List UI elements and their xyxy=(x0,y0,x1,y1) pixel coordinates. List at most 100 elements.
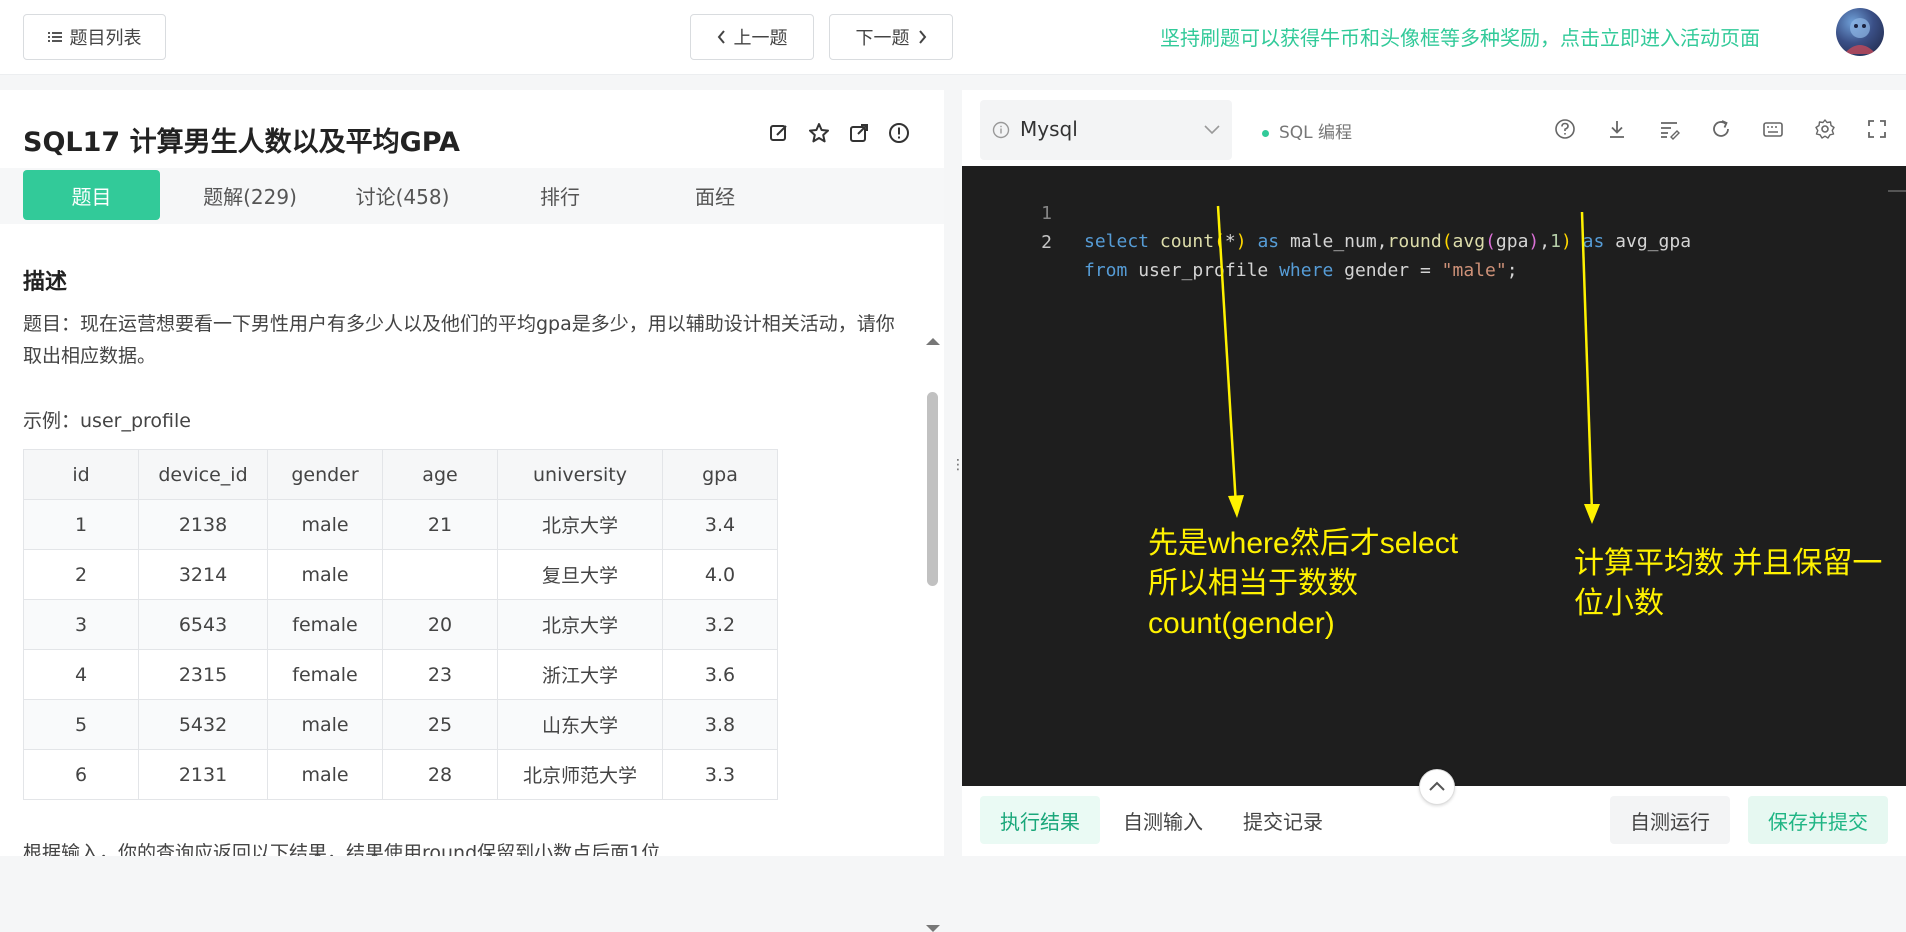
fullscreen-icon[interactable] xyxy=(1866,118,1888,140)
tab-solutions[interactable]: 题解(229) xyxy=(185,170,315,220)
table-header: university xyxy=(497,449,663,500)
annotation-arrowhead-left xyxy=(1228,495,1244,518)
refresh-icon[interactable] xyxy=(1710,118,1732,140)
table-cell: 1 xyxy=(23,499,139,550)
info-icon[interactable] xyxy=(888,122,910,144)
collapse-result-button[interactable] xyxy=(1419,769,1455,805)
tab-interview[interactable]: 面经 xyxy=(655,170,775,220)
edit-icon[interactable] xyxy=(768,122,790,144)
tab-custom-input[interactable]: 自测输入 xyxy=(1108,796,1218,844)
table-cell: male xyxy=(267,549,383,600)
table-row: 1 2138 male 21 北京大学 3.4 xyxy=(23,499,778,550)
table-row: 6 2131 male 28 北京师范大学 3.3 xyxy=(23,749,778,800)
table-header-row: id device_id gender age university gpa xyxy=(23,449,778,500)
table-cell: female xyxy=(267,599,383,650)
table-cell: 北京大学 xyxy=(497,499,663,550)
table-cell: 28 xyxy=(382,749,498,800)
status-dot xyxy=(1262,129,1269,137)
download-icon[interactable] xyxy=(1606,118,1628,140)
panel-splitter[interactable]: ⋮ xyxy=(944,90,965,856)
chevron-down-icon xyxy=(1204,125,1220,135)
annotation-right: 计算平均数 并且保留一 位小数 xyxy=(1574,544,1882,624)
table-header: gender xyxy=(267,449,383,500)
table-header: age xyxy=(382,449,498,500)
tab-discussion[interactable]: 讨论(458) xyxy=(340,170,465,220)
description-text: 题目：现在运营想要看一下男性用户有多少人以及他们的平均gpa是多少，用以辅助设计… xyxy=(23,313,895,367)
format-icon[interactable] xyxy=(1658,118,1680,140)
table-cell: 5432 xyxy=(138,699,268,750)
table-row: 2 3214 male 复旦大学 4.0 xyxy=(23,549,778,600)
next-question-label: 下一题 xyxy=(855,28,910,49)
description-heading: 描述 xyxy=(23,270,68,295)
question-list-label: 题目列表 xyxy=(69,28,142,49)
table-cell: 复旦大学 xyxy=(497,549,663,600)
table-cell: 浙江大学 xyxy=(497,649,663,700)
table-cell: 25 xyxy=(382,699,498,750)
list-icon xyxy=(47,32,62,42)
table-cell: 3.2 xyxy=(662,599,778,650)
avatar-image-icon xyxy=(1844,18,1876,54)
self-run-button[interactable]: 自测运行 xyxy=(1610,796,1730,844)
result-instruction: 根据输入，你的查询应返回以下结果，结果使用round保留到小数点后面1位 xyxy=(23,842,661,856)
annotation-arrows xyxy=(1216,205,1600,524)
table-row: 4 2315 female 23 浙江大学 3.6 xyxy=(23,649,778,700)
example-table: id device_id gender age university gpa 1… xyxy=(23,449,778,800)
table-cell: 23 xyxy=(382,649,498,700)
tab-submission-history[interactable]: 提交记录 xyxy=(1228,796,1338,844)
table-cell: 3.3 xyxy=(662,749,778,800)
annotation-arrow-right xyxy=(1580,211,1594,513)
keyboard-icon[interactable] xyxy=(1762,118,1784,140)
table-cell: 北京师范大学 xyxy=(497,749,663,800)
table-cell: 6 xyxy=(23,749,139,800)
external-link-icon[interactable] xyxy=(848,122,870,144)
annotation-right-line: 位小数 xyxy=(1574,587,1664,620)
table-cell: male xyxy=(267,749,383,800)
scroll-down-arrow-icon[interactable] xyxy=(926,925,940,932)
table-cell: 3 xyxy=(23,599,139,650)
prev-question-button[interactable]: 上一题 xyxy=(690,14,814,60)
annotation-left: 先是where然后才select 所以相当于数数 count(gender) xyxy=(1148,524,1458,644)
help-icon[interactable] xyxy=(1554,118,1576,140)
table-cell: 5 xyxy=(23,699,139,750)
table-cell: 2131 xyxy=(138,749,268,800)
question-tabs: 题目 题解(229) 讨论(458) 排行 面经 xyxy=(0,168,944,224)
table-cell: 20 xyxy=(382,599,498,650)
code-editor[interactable]: 1 select count(*) as male_num,round(avg(… xyxy=(962,166,1906,786)
chevron-left-icon xyxy=(717,30,725,44)
prev-question-label: 上一题 xyxy=(733,28,788,49)
table-cell: 山东大学 xyxy=(497,699,663,750)
star-icon[interactable] xyxy=(808,122,830,144)
table-cell: 4.0 xyxy=(662,549,778,600)
activity-link[interactable]: 坚持刷题可以获得牛币和头像框等多种奖励，点击立即进入活动页面 xyxy=(1160,22,1760,51)
example-label: 示例：user_profile xyxy=(23,410,191,432)
tab-run-result[interactable]: 执行结果 xyxy=(980,796,1100,844)
scroll-up-arrow-icon[interactable] xyxy=(926,338,940,345)
annotation-arrow-left xyxy=(1216,205,1238,507)
description-area: 描述 题目：现在运营想要看一下男性用户有多少人以及他们的平均gpa是多少，用以辅… xyxy=(0,238,920,856)
table-cell: 6543 xyxy=(138,599,268,650)
table-cell: 3.8 xyxy=(662,699,778,750)
language-select[interactable]: Mysql xyxy=(980,100,1232,160)
question-list-button[interactable]: 题目列表 xyxy=(23,14,166,60)
tab-question[interactable]: 题目 xyxy=(23,170,160,220)
table-cell: female xyxy=(267,649,383,700)
table-row: 5 5432 male 25 山东大学 3.8 xyxy=(23,699,778,750)
table-cell xyxy=(382,549,498,600)
table-cell: male xyxy=(267,699,383,750)
editor-toolbar xyxy=(1554,118,1888,140)
next-question-button[interactable]: 下一题 xyxy=(829,14,953,60)
table-header: id xyxy=(23,449,139,500)
annotation-left-line: 先是where然后才select xyxy=(1148,527,1459,560)
info-circle-icon xyxy=(992,121,1010,139)
question-panel: SQL17 计算男生人数以及平均GPA 题目 题解(229) 讨论(458) 排… xyxy=(0,90,944,932)
table-cell: 3214 xyxy=(138,549,268,600)
table-cell: 2138 xyxy=(138,499,268,550)
description-scrollbar[interactable] xyxy=(920,238,944,932)
settings-gear-icon[interactable] xyxy=(1814,118,1836,140)
avatar[interactable] xyxy=(1836,8,1884,56)
tab-ranking[interactable]: 排行 xyxy=(500,170,620,220)
editor-panel: Mysql SQL 编程 1 select count(*) as male_n… xyxy=(962,90,1906,856)
save-submit-button[interactable]: 保存并提交 xyxy=(1748,796,1888,844)
scrollbar-thumb[interactable] xyxy=(927,392,938,586)
table-header: gpa xyxy=(662,449,778,500)
